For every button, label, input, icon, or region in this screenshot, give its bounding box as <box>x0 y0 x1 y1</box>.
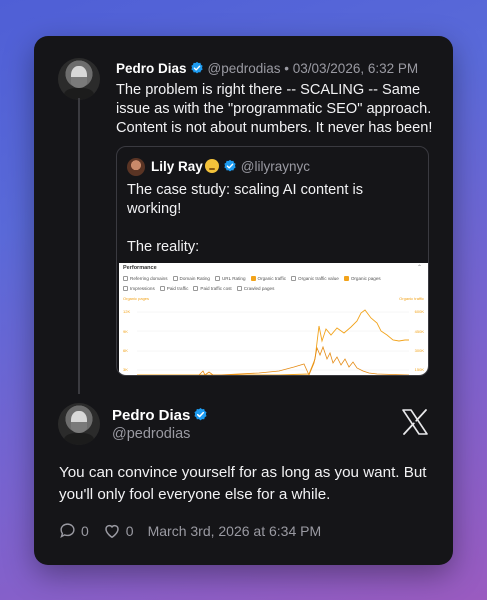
reply-count-button[interactable]: 0 <box>59 522 89 539</box>
reply-author-name[interactable]: Pedro Dias <box>116 61 187 76</box>
reply-author-handle[interactable]: @pedrodias <box>208 61 281 76</box>
thread-line <box>78 98 80 394</box>
main-author-handle[interactable]: @pedrodias <box>112 426 190 442</box>
quote-text-line-2: The reality: <box>127 239 200 255</box>
separator-dot: • <box>280 61 293 76</box>
reply-header: Pedro Dias @pedrodias • 03/03/2026, 6:32 … <box>116 61 418 76</box>
main-author-name-row: Pedro Dias <box>112 407 212 424</box>
quote-header: Lily Ray @lilyraynyc <box>151 159 310 174</box>
like-count-button[interactable]: 0 <box>103 522 134 539</box>
like-count: 0 <box>125 522 134 539</box>
x-logo-icon[interactable] <box>402 409 428 435</box>
main-tweet-date[interactable]: March 3rd, 2026 at 6:34 PM <box>148 523 322 539</box>
heart-icon <box>105 524 119 539</box>
smirk-emoji-icon <box>204 159 219 173</box>
quoted-tweet[interactable]: Lily Ray @lilyraynyc The case study: scal… <box>116 146 429 376</box>
quote-author-avatar <box>127 158 145 176</box>
tweet-footer: 0 0 March 3rd, 2026 at 6:34 PM <box>59 522 321 539</box>
reply-author-avatar[interactable] <box>58 58 100 100</box>
quote-text-line-1: The case study: scaling AI content is wo… <box>127 182 364 217</box>
quote-attached-image[interactable]: Performance ⌃ Referring domains Domain Ra… <box>119 263 428 375</box>
main-author-name[interactable]: Pedro Dias <box>112 407 190 424</box>
chart-gridlines <box>137 311 409 371</box>
image-performance-chart <box>137 309 410 375</box>
quote-author-name: Lily Ray <box>151 159 203 174</box>
main-tweet-text: You can convince yourself for as long as… <box>59 464 427 503</box>
reply-bubble-icon <box>60 523 75 538</box>
verified-badge-icon <box>190 61 203 74</box>
organic-pages-line <box>137 309 409 375</box>
reply-count: 0 <box>81 522 89 539</box>
main-author-avatar[interactable] <box>58 403 100 445</box>
reply-text: The problem is right there -- SCALING --… <box>116 82 433 136</box>
verified-badge-icon <box>194 407 207 421</box>
verified-badge-icon <box>224 159 236 172</box>
quote-text: The case study: scaling AI content is wo… <box>127 181 417 257</box>
quote-author-handle: @lilyraynyc <box>240 159 310 174</box>
reply-timestamp[interactable]: 03/03/2026, 6:32 PM <box>293 61 418 76</box>
